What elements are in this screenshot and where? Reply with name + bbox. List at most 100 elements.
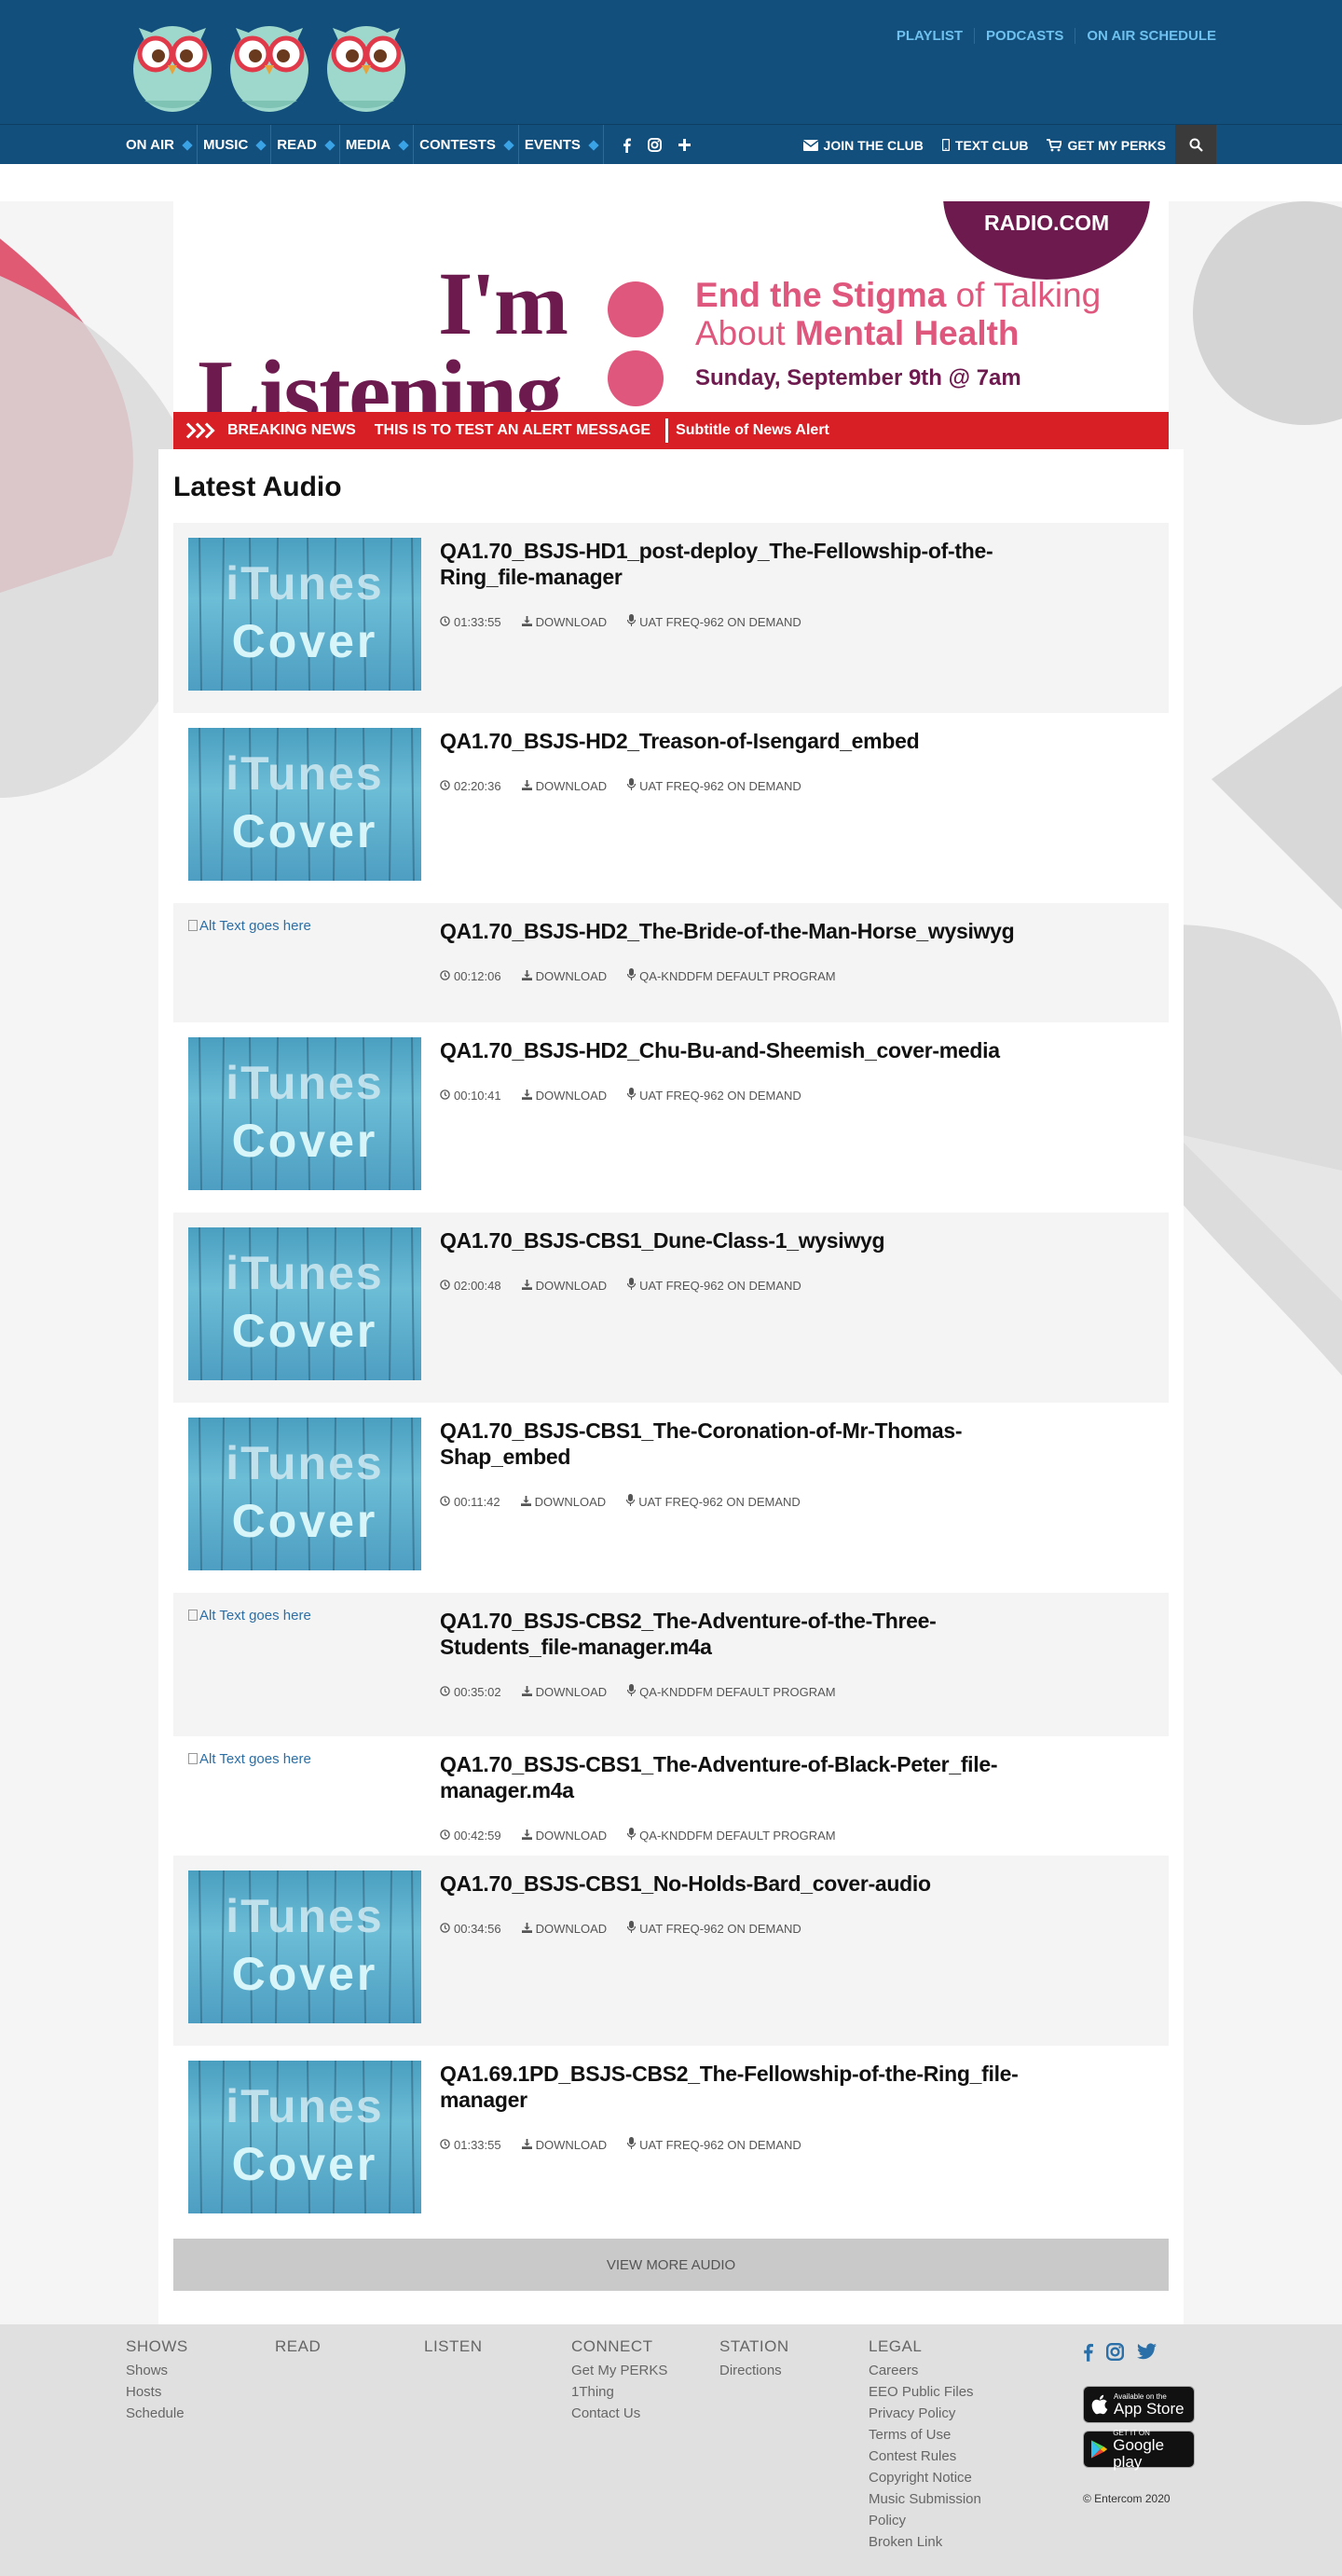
text-club-link[interactable]: TEXT CLUB: [933, 138, 1038, 153]
nav-item-on-air[interactable]: ON AIR: [126, 125, 198, 165]
audio-title[interactable]: QA1.70_BSJS-CBS1_No-Holds-Bard_cover-aud…: [440, 1870, 1074, 1897]
program-link[interactable]: UAT FREQ-962 ON DEMAND: [627, 778, 801, 793]
download-link[interactable]: DOWNLOAD: [521, 614, 607, 629]
footer-link[interactable]: Contact Us: [571, 2403, 667, 2424]
broken-image[interactable]: Alt Text goes here: [188, 1608, 421, 1721]
cover-image[interactable]: iTunes Cover: [188, 1037, 421, 1190]
nav-item-media[interactable]: MEDIA: [340, 125, 415, 165]
twitter-icon[interactable]: [1137, 2343, 1157, 2360]
footer-link[interactable]: Schedule: [126, 2403, 188, 2424]
download-link[interactable]: DOWNLOAD: [521, 1088, 607, 1103]
program-link[interactable]: QA-KNDDFM DEFAULT PROGRAM: [627, 1684, 836, 1699]
nav-item-contests[interactable]: CONTESTS: [414, 125, 519, 165]
nav-item-events[interactable]: EVENTS: [519, 125, 604, 165]
footer-link[interactable]: Shows: [126, 2360, 188, 2381]
facebook-icon[interactable]: [623, 138, 631, 153]
audio-title[interactable]: QA1.69.1PD_BSJS-CBS2_The-Fellowship-of-t…: [440, 2061, 1074, 2113]
download-link[interactable]: DOWNLOAD: [521, 1921, 607, 1936]
cover-image[interactable]: iTunes Cover: [188, 728, 421, 881]
footer-link[interactable]: Directions: [719, 2360, 789, 2381]
broken-image[interactable]: Alt Text goes here: [188, 1751, 421, 1841]
audio-title[interactable]: QA1.70_BSJS-CBS1_The-Adventure-of-Black-…: [440, 1751, 1074, 1803]
nav-item-read[interactable]: READ: [271, 125, 340, 165]
footer-link[interactable]: Music Submission Policy: [869, 2488, 990, 2531]
nav-item-music[interactable]: MUSIC: [198, 125, 272, 165]
audio-title[interactable]: QA1.70_BSJS-HD2_Chu-Bu-and-Sheemish_cove…: [440, 1037, 1074, 1063]
audio-title[interactable]: QA1.70_BSJS-CBS2_The-Adventure-of-the-Th…: [440, 1608, 1074, 1660]
on-air-schedule-link[interactable]: ON AIR SCHEDULE: [1075, 28, 1216, 44]
audio-item[interactable]: iTunes Cover QA1.70_BSJS-CBS1_No-Holds-Bar…: [173, 1856, 1169, 2046]
audio-title[interactable]: QA1.70_BSJS-HD2_Treason-of-Isengard_embe…: [440, 728, 1074, 754]
footer-link[interactable]: 1Thing: [571, 2381, 667, 2403]
footer-heading[interactable]: READ: [275, 2337, 321, 2356]
footer-heading[interactable]: STATION: [719, 2337, 789, 2356]
download-link[interactable]: DOWNLOAD: [521, 2137, 607, 2152]
program-link[interactable]: UAT FREQ-962 ON DEMAND: [626, 1494, 801, 1509]
instagram-icon[interactable]: [1106, 2343, 1124, 2361]
apple-icon: [1091, 2394, 1108, 2415]
download-icon: [521, 779, 532, 793]
plus-icon[interactable]: [678, 139, 691, 151]
download-link[interactable]: DOWNLOAD: [521, 1278, 607, 1293]
view-more-button[interactable]: VIEW MORE AUDIO: [173, 2239, 1169, 2291]
google-play-badge[interactable]: GET IT ON Google play: [1083, 2429, 1195, 2470]
cover-image[interactable]: iTunes Cover: [188, 1418, 421, 1570]
program-link[interactable]: QA-KNDDFM DEFAULT PROGRAM: [627, 968, 836, 983]
download-link[interactable]: DOWNLOAD: [521, 1828, 607, 1843]
footer-link[interactable]: Copyright Notice: [869, 2467, 990, 2488]
footer-link[interactable]: Hosts: [126, 2381, 188, 2403]
cover-image[interactable]: iTunes Cover: [188, 1870, 421, 2023]
audio-meta: QA1.70_BSJS-HD2_Chu-Bu-and-Sheemish_cove…: [421, 1037, 1074, 1198]
playlist-link[interactable]: PLAYLIST: [885, 28, 974, 44]
podcasts-link[interactable]: PODCASTS: [974, 28, 1075, 44]
audio-item[interactable]: iTunes Cover QA1.69.1PD_BSJS-CBS2_The-Fell…: [173, 2046, 1169, 2236]
audio-item[interactable]: iTunes Cover QA1.70_BSJS-HD1_post-deploy_T…: [173, 523, 1169, 713]
program-link[interactable]: UAT FREQ-962 ON DEMAND: [627, 614, 801, 629]
download-link[interactable]: DOWNLOAD: [521, 778, 607, 793]
footer-link[interactable]: Get My PERKS: [571, 2360, 667, 2381]
audio-item[interactable]: iTunes Cover QA1.70_BSJS-HD2_Treason-of-Is…: [173, 713, 1169, 903]
app-store-badge[interactable]: Available on the App Store: [1083, 2386, 1195, 2423]
footer-link[interactable]: Contest Rules: [869, 2446, 990, 2467]
get-my-perks-link[interactable]: GET MY PERKS: [1037, 138, 1175, 153]
program-link[interactable]: UAT FREQ-962 ON DEMAND: [627, 1088, 801, 1103]
broken-image[interactable]: Alt Text goes here: [188, 918, 421, 1007]
program-link[interactable]: UAT FREQ-962 ON DEMAND: [627, 2137, 801, 2152]
program-link[interactable]: UAT FREQ-962 ON DEMAND: [627, 1278, 801, 1293]
cover-image[interactable]: iTunes Cover: [188, 1227, 421, 1380]
audio-item[interactable]: Alt Text goes here QA1.70_BSJS-CBS1_The-A…: [173, 1736, 1169, 1856]
download-link[interactable]: DOWNLOAD: [521, 968, 607, 983]
join-the-club-link[interactable]: JOIN THE CLUB: [794, 138, 933, 153]
audio-title[interactable]: QA1.70_BSJS-CBS1_The-Coronation-of-Mr-Th…: [440, 1418, 1074, 1470]
audio-title[interactable]: QA1.70_BSJS-HD2_The-Bride-of-the-Man-Hor…: [440, 918, 1074, 944]
footer-link[interactable]: Careers: [869, 2360, 990, 2381]
footer-heading[interactable]: CONNECT: [571, 2337, 667, 2356]
instagram-icon[interactable]: [647, 138, 662, 152]
download-link[interactable]: DOWNLOAD: [520, 1494, 606, 1509]
facebook-icon[interactable]: [1083, 2343, 1093, 2362]
audio-item[interactable]: iTunes Cover QA1.70_BSJS-HD2_Chu-Bu-and-Sh…: [173, 1022, 1169, 1213]
footer-link[interactable]: Terms of Use: [869, 2424, 990, 2446]
download-link[interactable]: DOWNLOAD: [521, 1684, 607, 1699]
cover-image[interactable]: iTunes Cover: [188, 2061, 421, 2213]
program-link[interactable]: QA-KNDDFM DEFAULT PROGRAM: [627, 1828, 836, 1843]
search-button[interactable]: [1175, 125, 1216, 165]
footer-link[interactable]: EEO Public Files: [869, 2381, 990, 2403]
audio-item[interactable]: Alt Text goes here QA1.70_BSJS-HD2_The-Br…: [173, 903, 1169, 1022]
audio-title[interactable]: QA1.70_BSJS-HD1_post-deploy_The-Fellowsh…: [440, 538, 1074, 590]
footer-link[interactable]: Broken Link: [869, 2531, 990, 2553]
footer-heading[interactable]: LEGAL: [869, 2337, 990, 2356]
audio-item[interactable]: iTunes Cover QA1.70_BSJS-CBS1_The-Coronati…: [173, 1403, 1169, 1593]
footer-heading[interactable]: SHOWS: [126, 2337, 188, 2356]
footer-heading[interactable]: LISTEN: [424, 2337, 483, 2356]
audio-title[interactable]: QA1.70_BSJS-CBS1_Dune-Class-1_wysiwyg: [440, 1227, 1074, 1254]
audio-item[interactable]: iTunes Cover QA1.70_BSJS-CBS1_Dune-Class-1…: [173, 1213, 1169, 1403]
cover-image[interactable]: iTunes Cover: [188, 538, 421, 691]
breaking-news-bar[interactable]: BREAKING NEWS THIS IS TO TEST AN ALERT M…: [173, 412, 1169, 449]
headline-strong: End the Stigma: [695, 276, 947, 314]
promo-banner[interactable]: RADIO.COM I'm Listening End the Stigma o…: [173, 201, 1169, 412]
audio-item[interactable]: Alt Text goes here QA1.70_BSJS-CBS2_The-A…: [173, 1593, 1169, 1736]
footer-link[interactable]: Privacy Policy: [869, 2403, 990, 2424]
station-logo[interactable]: [126, 7, 413, 116]
program-link[interactable]: UAT FREQ-962 ON DEMAND: [627, 1921, 801, 1936]
